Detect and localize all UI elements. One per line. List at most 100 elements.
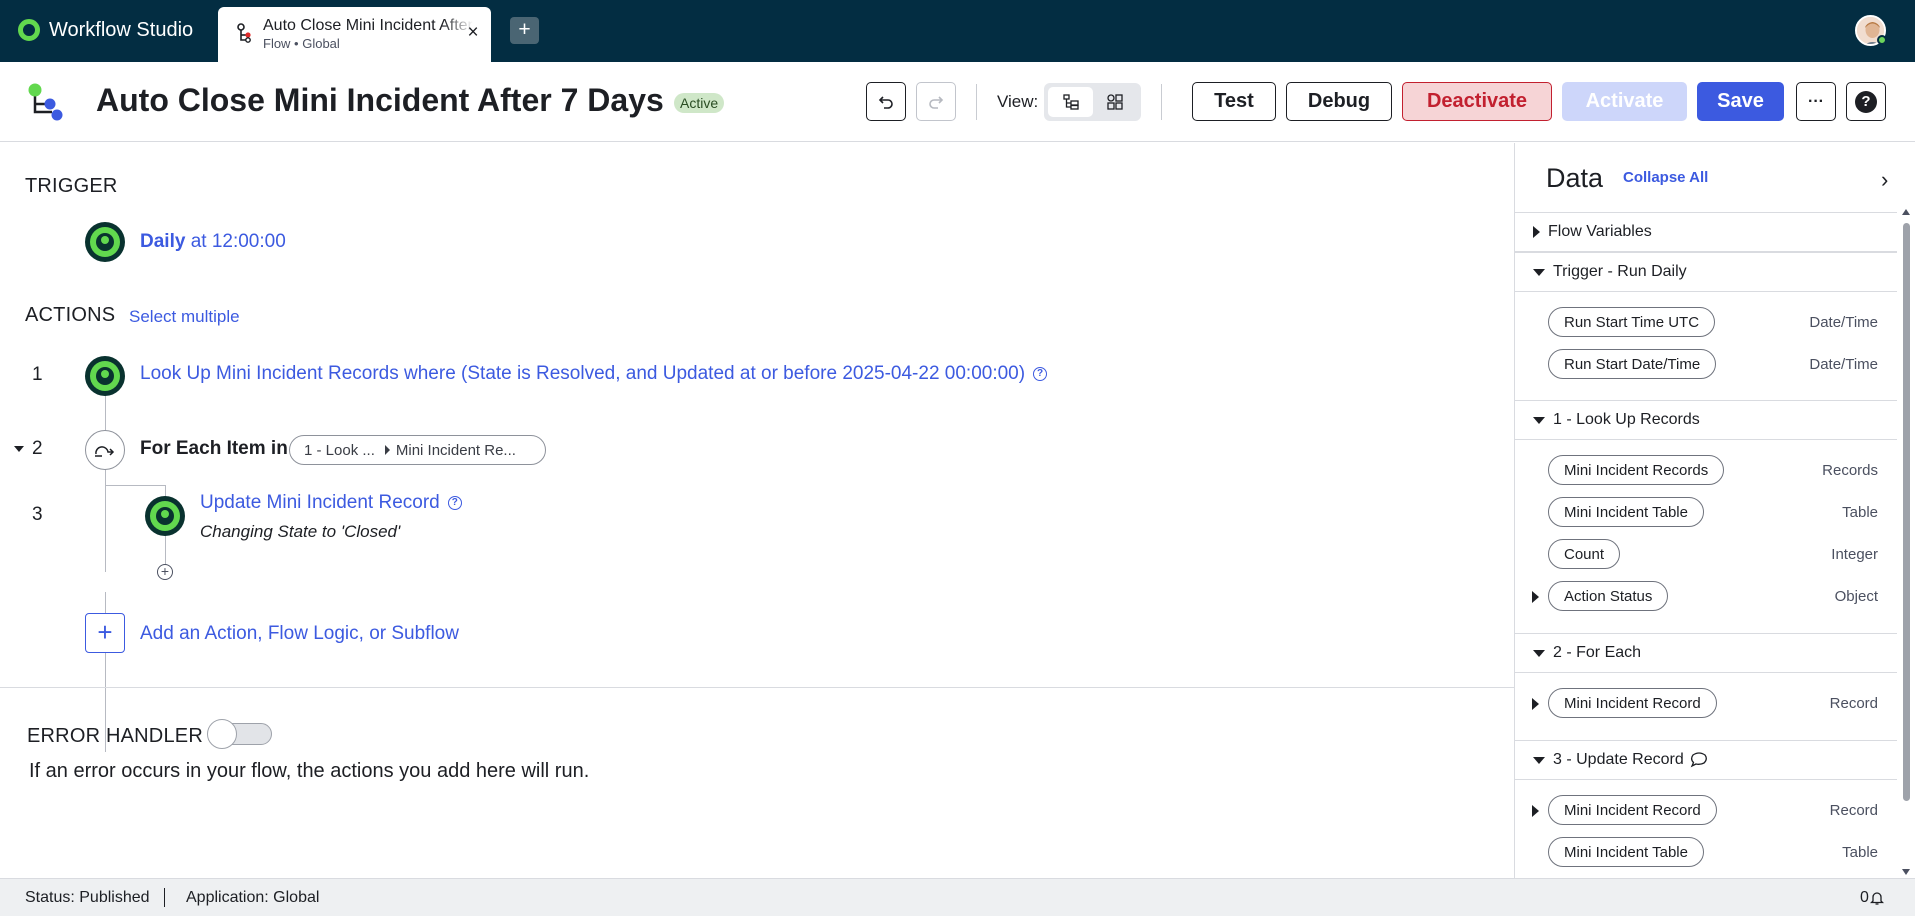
- more-options-button[interactable]: ···: [1796, 82, 1836, 121]
- expand-caret-icon[interactable]: [1532, 698, 1539, 710]
- data-type: Date/Time: [1809, 314, 1878, 331]
- save-button[interactable]: Save: [1697, 82, 1784, 121]
- data-pill[interactable]: Mini Incident Table: [1548, 497, 1704, 527]
- data-group-look-up-records[interactable]: 1 - Look Up Records: [1515, 400, 1897, 440]
- flow-canvas: TRIGGER Daily at 12:00:00 ACTIONS Select…: [0, 143, 1514, 878]
- data-type: Records: [1822, 462, 1878, 479]
- data-pill[interactable]: Count: [1548, 539, 1621, 569]
- data-panel: Data Collapse All › Flow Variables Trigg…: [1514, 143, 1915, 878]
- add-action-link[interactable]: Add an Action, Flow Logic, or Subflow: [140, 623, 459, 645]
- collapse-caret-icon: [1533, 756, 1545, 764]
- data-type: Table: [1842, 504, 1878, 521]
- data-pill[interactable]: Mini Incident Records: [1548, 455, 1725, 485]
- data-pill[interactable]: Run Start Time UTC: [1548, 307, 1716, 337]
- data-group-label: 3 - Update Record: [1553, 751, 1684, 768]
- workflow-studio-logo-icon: [18, 19, 40, 41]
- app-brand[interactable]: Workflow Studio: [18, 17, 193, 43]
- tab-close-icon[interactable]: ×: [463, 23, 483, 43]
- scroll-down-icon[interactable]: [1902, 869, 1910, 875]
- help-button[interactable]: ?: [1846, 82, 1886, 121]
- data-group-flow-variables[interactable]: Flow Variables: [1515, 212, 1897, 252]
- collapse-caret-icon: [1533, 416, 1545, 424]
- add-nested-action-icon[interactable]: +: [157, 564, 173, 580]
- status-divider: [164, 888, 165, 907]
- add-action-icon[interactable]: +: [85, 613, 125, 653]
- comment-icon[interactable]: [1690, 752, 1708, 768]
- data-pill-segment: 1 - Look ...: [304, 441, 375, 459]
- redo-button[interactable]: [916, 82, 956, 121]
- expand-caret-icon[interactable]: [1532, 805, 1539, 817]
- activate-button[interactable]: Activate: [1562, 82, 1687, 121]
- actions-section-label: ACTIONS: [25, 304, 116, 326]
- debug-button[interactable]: Debug: [1286, 82, 1392, 121]
- scrollbar-thumb[interactable]: [1903, 223, 1910, 801]
- error-handler-label: ERROR HANDLER: [27, 725, 203, 747]
- data-pill[interactable]: Action Status: [1548, 581, 1669, 611]
- status-application: Application: Global: [186, 889, 320, 906]
- flow-connector: [165, 532, 166, 567]
- toolbar-divider: [1161, 84, 1162, 120]
- step-3-action[interactable]: Update Mini Incident Record?: [200, 492, 462, 514]
- tree-view-icon: [1062, 94, 1079, 110]
- data-pill[interactable]: Run Start Date/Time: [1548, 349, 1717, 379]
- collapse-panel-icon[interactable]: ›: [1881, 167, 1888, 193]
- data-type: Record: [1829, 695, 1878, 712]
- data-type: Record: [1829, 802, 1878, 819]
- data-group-trigger[interactable]: Trigger - Run Daily: [1515, 252, 1897, 292]
- bell-icon[interactable]: [1870, 890, 1884, 906]
- diagram-view-option[interactable]: [1092, 87, 1137, 117]
- data-type: Object: [1834, 588, 1878, 605]
- trigger-node-icon[interactable]: [85, 222, 125, 262]
- status-bar: Status: Published Application: Global 0: [0, 878, 1915, 916]
- action-node-icon[interactable]: [85, 356, 125, 396]
- data-group-label: Flow Variables: [1548, 223, 1652, 240]
- flow-tab[interactable]: Auto Close Mini Incident After 7 Days Fl…: [218, 7, 491, 62]
- undo-icon: [878, 95, 893, 109]
- toolbar-divider: [976, 84, 977, 120]
- trigger-name: Daily: [140, 231, 186, 252]
- data-group-for-each[interactable]: 2 - For Each: [1515, 633, 1897, 673]
- data-group-update-record[interactable]: 3 - Update Record: [1515, 740, 1897, 780]
- expand-caret-icon: [1533, 226, 1540, 238]
- data-panel-scrollbar[interactable]: [1901, 209, 1911, 878]
- notification-count[interactable]: 0: [1860, 889, 1869, 907]
- step-3-label: Update Mini Incident Record: [200, 492, 440, 513]
- trigger-detail: at 12:00:00: [185, 231, 286, 252]
- for-each-icon[interactable]: [85, 430, 125, 470]
- undo-button[interactable]: [866, 82, 906, 121]
- data-pill[interactable]: Mini Incident Table: [1548, 837, 1704, 867]
- data-pill-segment: Mini Incident Re...: [395, 441, 516, 459]
- collapse-step-icon[interactable]: [14, 446, 24, 452]
- collapse-caret-icon: [1533, 649, 1545, 657]
- data-type: Table: [1842, 844, 1878, 861]
- app-topbar: Workflow Studio Auto Close Mini Incident…: [0, 0, 1915, 62]
- loop-icon: [95, 446, 115, 457]
- for-each-data-pill[interactable]: 1 - Look ... Mini Incident Re...: [289, 435, 546, 465]
- step-number: 1: [32, 364, 43, 385]
- help-icon: ?: [1855, 90, 1877, 113]
- test-button[interactable]: Test: [1192, 82, 1276, 121]
- tree-view-option[interactable]: [1048, 87, 1093, 117]
- trigger-summary[interactable]: Daily at 12:00:00: [140, 231, 286, 253]
- flow-title: Auto Close Mini Incident After 7 Days: [96, 82, 664, 118]
- error-handler-toggle[interactable]: [207, 719, 272, 749]
- scroll-up-icon[interactable]: [1902, 209, 1910, 215]
- data-pill[interactable]: Mini Incident Record: [1548, 795, 1717, 825]
- collapse-caret-icon: [1533, 268, 1545, 276]
- for-each-label[interactable]: For Each Item in: [140, 438, 288, 460]
- new-tab-button[interactable]: +: [510, 17, 539, 44]
- data-pill[interactable]: Mini Incident Record: [1548, 688, 1717, 718]
- expand-caret-icon[interactable]: [1532, 591, 1539, 603]
- online-status-icon: [1877, 35, 1887, 45]
- view-toggle: [1044, 83, 1141, 121]
- collapse-all-link[interactable]: Collapse All: [1623, 169, 1708, 186]
- select-multiple-link[interactable]: Select multiple: [129, 307, 240, 327]
- deactivate-button[interactable]: Deactivate: [1402, 82, 1552, 121]
- status-badge: Active: [674, 93, 725, 113]
- help-icon[interactable]: ?: [1033, 366, 1048, 381]
- tab-title: Auto Close Mini Incident After 7 Days: [263, 17, 473, 34]
- tab-subtitle: Flow • Global: [263, 36, 340, 51]
- help-icon[interactable]: ?: [447, 495, 462, 510]
- action-node-icon[interactable]: [145, 496, 185, 536]
- step-1-action[interactable]: Look Up Mini Incident Records where (Sta…: [140, 363, 1048, 385]
